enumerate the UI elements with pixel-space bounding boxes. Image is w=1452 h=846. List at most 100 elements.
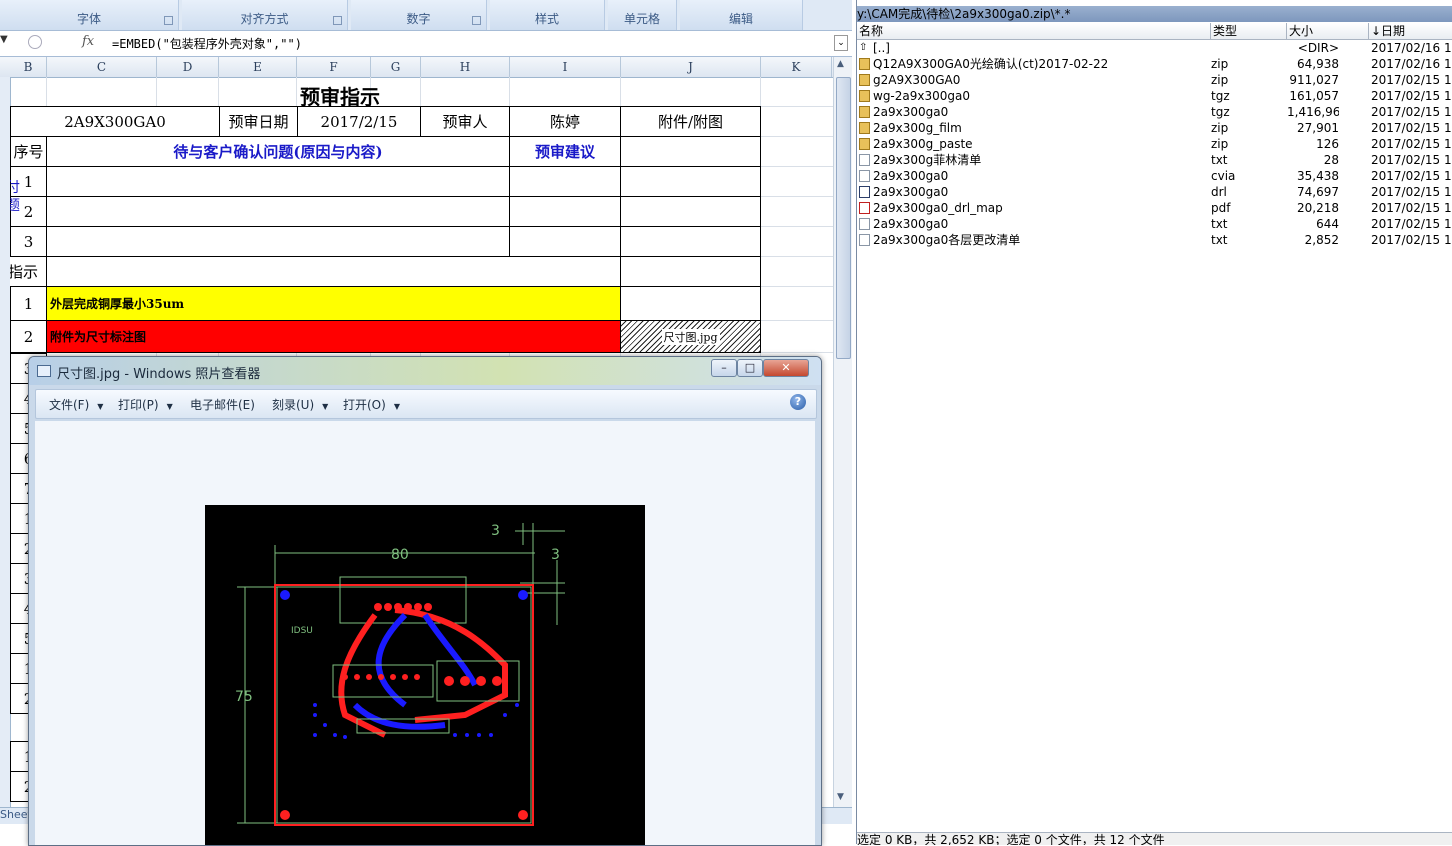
question-header[interactable]: 待与客户确认问题(原因与内容) [46,136,510,167]
file-type: txt [1211,153,1228,167]
attachment-cell[interactable] [620,286,761,321]
file-size: 126 [1316,137,1339,151]
attachment-cell[interactable] [620,166,761,197]
photo-viewer-app-icon [37,365,51,377]
scroll-up-icon[interactable]: ▲ [837,59,844,69]
scroll-down-icon[interactable]: ▼ [837,792,844,802]
column-header-h[interactable]: H [421,57,510,77]
image-viewport[interactable]: 80 3 3 75 IDSU [35,421,815,845]
instruction-text[interactable]: 附件为尺寸标注图 [46,320,621,353]
column-header-b[interactable]: B [10,57,47,77]
file-row[interactable]: wg-2a9x300ga0 tgz 161,057 2017/02/15 1 [857,88,1452,104]
dialog-launcher-icon[interactable] [333,16,342,25]
column-header-g[interactable]: G [371,57,421,77]
email-menu[interactable]: 电子邮件(E) [190,396,255,413]
ribbon-group-alignment[interactable]: 对齐方式 [182,0,348,30]
file-row[interactable]: 2a9x300ga0 txt 644 2017/02/15 1 [857,216,1452,232]
column-date-header[interactable]: ↓日期 [1369,23,1452,39]
review-date-label[interactable]: 预审日期 [219,106,298,137]
attachment-label[interactable]: 附件/附图 [620,106,761,137]
menu-label: 打开(O) [343,398,386,412]
insert-function-button[interactable]: fx [82,34,94,49]
file-row[interactable]: 2a9x300g菲林清单 txt 28 2017/02/15 1 [857,152,1452,168]
file-name: 2a9x300ga0 [873,185,949,199]
current-path[interactable]: y:\CAM完成\待检\2a9x300ga0.zip\*.* [857,6,1452,22]
chevron-down-icon: ▼ [166,402,173,411]
file-row[interactable]: g2A9X300GA0 zip 911,027 2017/02/15 1 [857,72,1452,88]
part-number-cell[interactable]: 2A9X300GA0 [10,106,220,137]
seq-header[interactable]: 序号 [10,136,47,167]
pdf-icon [859,202,870,214]
instruction-seq[interactable]: 2 [10,320,47,353]
print-menu[interactable]: 打印(P) ▼ [118,396,173,413]
column-header-c[interactable]: C [47,57,157,77]
dialog-launcher-icon[interactable] [472,16,481,25]
photo-viewer-window[interactable]: 尺寸图.jpg - Windows 照片查看器 – □ ✕ 文件(F) ▼ 打印(… [28,356,822,846]
file-row[interactable]: ⇧ [..] <DIR> 2017/02/16 14 [857,40,1452,56]
suggestion-cell[interactable] [509,226,621,257]
archive-icon [859,122,870,134]
file-row[interactable]: 2a9x300ga0 tgz 1,416,962 2017/02/15 1 [857,104,1452,120]
file-row[interactable]: 2a9x300g_film zip 27,901 2017/02/15 1 [857,120,1452,136]
column-header-d[interactable]: D [157,57,219,77]
file-name: 2a9x300ga0_drl_map [873,201,1003,215]
column-header-k[interactable]: K [761,57,832,77]
vertical-scrollbar[interactable]: ▲ ▼ [833,57,852,807]
file-date: 2017/02/16 14 [1371,57,1452,71]
suggestion-cell[interactable] [509,196,621,227]
instruction-header-cell[interactable] [46,256,621,287]
function-wizard-icon[interactable] [28,35,42,49]
column-type-header[interactable]: 类型 [1211,23,1287,39]
column-size-header[interactable]: 大小 [1287,23,1369,39]
minimize-button[interactable]: – [711,359,737,377]
attachment-cell[interactable] [620,256,761,287]
column-name-header[interactable]: 名称 [857,23,1211,39]
ribbon-group-font[interactable]: 字体 [0,0,179,30]
suggestion-cell[interactable] [509,166,621,197]
burn-menu[interactable]: 刻录(U) ▼ [272,396,328,413]
file-row[interactable]: 2a9x300ga0 cvia 35,438 2017/02/15 1 [857,168,1452,184]
formula-input[interactable]: =EMBED("包装程序外壳对象","") [112,35,302,52]
suggestion-header[interactable]: 预审建议 [509,136,621,167]
column-header-j[interactable]: J [621,57,761,77]
attachment-cell[interactable] [620,196,761,227]
column-header-i[interactable]: I [510,57,621,77]
file-row[interactable]: 2a9x300ga0各层更改清单 txt 2,852 2017/02/15 1 [857,232,1452,248]
name-box-dropdown-icon[interactable]: ▼ [0,34,22,52]
close-button[interactable]: ✕ [763,359,809,377]
column-header-f[interactable]: F [297,57,371,77]
height-dimension: 75 [235,689,253,705]
file-row[interactable]: Q12A9X300GA0光绘确认(ct)2017-02-22 zip 64,938 2… [857,56,1452,72]
attachment-cell[interactable] [620,136,761,167]
dialog-launcher-icon[interactable] [164,16,173,25]
question-cell[interactable] [46,166,510,197]
scrollbar-thumb[interactable] [836,77,851,359]
instruction-text[interactable]: 外层完成铜厚最小35um [46,286,621,321]
ribbon-group-editing[interactable]: 编辑 [680,0,803,30]
file-type: tgz [1211,105,1230,119]
file-row[interactable]: 2a9x300ga0_drl_map pdf 20,218 2017/02/15 1 [857,200,1452,216]
expand-formula-bar-icon[interactable]: ⌄ [834,35,848,51]
file-row[interactable]: 2a9x300g_paste zip 126 2017/02/15 1 [857,136,1452,152]
column-header-e[interactable]: E [219,57,297,77]
question-cell[interactable] [46,226,510,257]
instruction-seq[interactable]: 1 [10,286,47,321]
photo-viewer-titlebar[interactable]: 尺寸图.jpg - Windows 照片查看器 – □ ✕ [29,357,821,385]
question-cell[interactable] [46,196,510,227]
help-icon[interactable]: ? [790,394,806,410]
embedded-attachment-object[interactable]: 尺寸图.jpg [620,320,761,353]
ribbon-group-number[interactable]: 数字 [351,0,487,30]
review-date-value[interactable]: 2017/2/15 [297,106,421,137]
instruction-section-label[interactable]: 指示 [10,256,47,287]
reviewer-label[interactable]: 预审人 [420,106,510,137]
attachment-cell[interactable] [620,226,761,257]
question-seq[interactable]: 3 [10,226,47,257]
open-menu[interactable]: 打开(O) ▼ [343,396,400,413]
file-menu[interactable]: 文件(F) ▼ [49,396,103,413]
ribbon-group-cells[interactable]: 单元格 [608,0,677,30]
ribbon-group-label: 样式 [534,12,559,26]
ribbon-group-styles[interactable]: 样式 [490,0,605,30]
maximize-button[interactable]: □ [737,359,763,377]
file-row[interactable]: 2a9x300ga0 drl 74,697 2017/02/15 1 [857,184,1452,200]
reviewer-name[interactable]: 陈婷 [509,106,621,137]
